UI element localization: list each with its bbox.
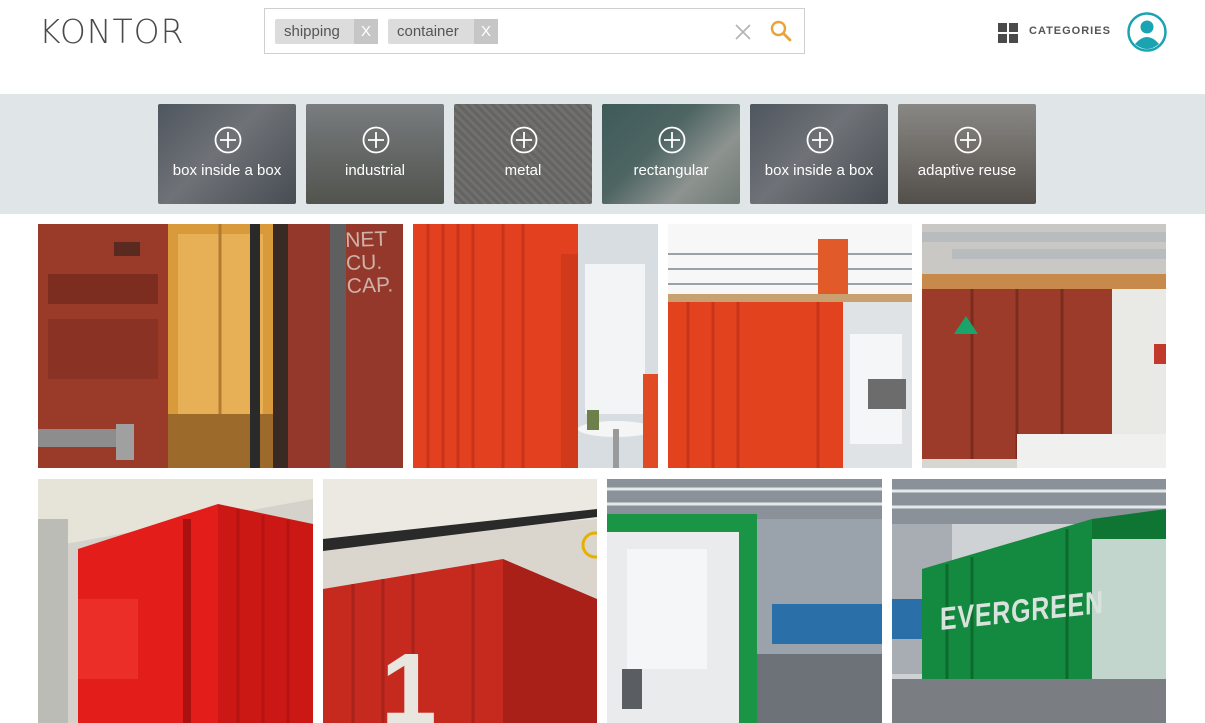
search-chip-container: container X bbox=[388, 19, 498, 44]
add-icon bbox=[806, 126, 834, 154]
photo-green-container-interior[interactable] bbox=[607, 479, 882, 723]
mezzanine-container-image bbox=[668, 224, 912, 468]
suggestion-tag-box-inside-a-box[interactable]: box inside a box bbox=[158, 104, 296, 204]
chip-label: shipping bbox=[284, 23, 340, 40]
rusty-container-image bbox=[922, 224, 1166, 468]
suggestion-label: box inside a box bbox=[172, 162, 282, 179]
suggestion-label: rectangular bbox=[633, 162, 709, 179]
photo-rusty-red-container-hyundai[interactable] bbox=[922, 224, 1166, 468]
photo-orange-container-office[interactable] bbox=[413, 224, 658, 468]
logo[interactable]: KONTOR bbox=[39, 12, 185, 51]
add-icon bbox=[954, 126, 982, 154]
container-stencil-text: NET CU. CAP. bbox=[344, 227, 394, 298]
suggestion-tag-industrial[interactable]: industrial bbox=[306, 104, 444, 204]
user-avatar-icon[interactable] bbox=[1127, 12, 1167, 52]
search-icon[interactable] bbox=[769, 19, 793, 43]
chip-label: container bbox=[397, 23, 459, 40]
grid-icon[interactable] bbox=[998, 23, 1018, 43]
photo-red-container-number-1[interactable]: 1 bbox=[323, 479, 597, 723]
add-icon bbox=[510, 126, 538, 154]
photo-red-container-corner[interactable] bbox=[38, 479, 313, 723]
chip-remove-button[interactable]: X bbox=[354, 19, 378, 44]
red-container-corner-image bbox=[38, 479, 313, 723]
add-icon bbox=[658, 126, 686, 154]
green-container-interior-image bbox=[607, 479, 882, 723]
photo-orange-container-mezzanine[interactable] bbox=[668, 224, 912, 468]
suggestion-label: industrial bbox=[344, 162, 406, 179]
add-icon bbox=[214, 126, 242, 154]
related-tags-strip: box inside a box industrial metal rectan… bbox=[0, 94, 1205, 214]
search-box[interactable]: shipping X container X bbox=[264, 8, 805, 54]
suggestion-tag-box-inside-a-box-2[interactable]: box inside a box bbox=[750, 104, 888, 204]
photo-green-evergreen-container[interactable]: EVERGREEN bbox=[892, 479, 1166, 723]
orange-container-image bbox=[413, 224, 658, 468]
suggestion-tag-metal[interactable]: metal bbox=[454, 104, 592, 204]
categories-button[interactable]: CATEGORIES bbox=[1029, 25, 1111, 37]
suggestion-tag-rectangular[interactable]: rectangular bbox=[602, 104, 740, 204]
search-chip-shipping: shipping X bbox=[275, 19, 378, 44]
suggestion-label: metal bbox=[504, 162, 542, 179]
container-number-text: 1 bbox=[381, 633, 437, 723]
add-icon bbox=[362, 126, 390, 154]
chip-remove-button[interactable]: X bbox=[474, 19, 498, 44]
red-container-numbered-image bbox=[323, 479, 597, 723]
suggestion-label: box inside a box bbox=[764, 162, 874, 179]
photo-red-container-door-closeup[interactable]: NET CU. CAP. bbox=[38, 224, 403, 468]
suggestion-tag-adaptive-reuse[interactable]: adaptive reuse bbox=[898, 104, 1036, 204]
header: KONTOR shipping X container X CATEGORIES bbox=[0, 0, 1205, 94]
suggestion-label: adaptive reuse bbox=[917, 162, 1017, 179]
clear-search-icon[interactable] bbox=[733, 22, 753, 42]
